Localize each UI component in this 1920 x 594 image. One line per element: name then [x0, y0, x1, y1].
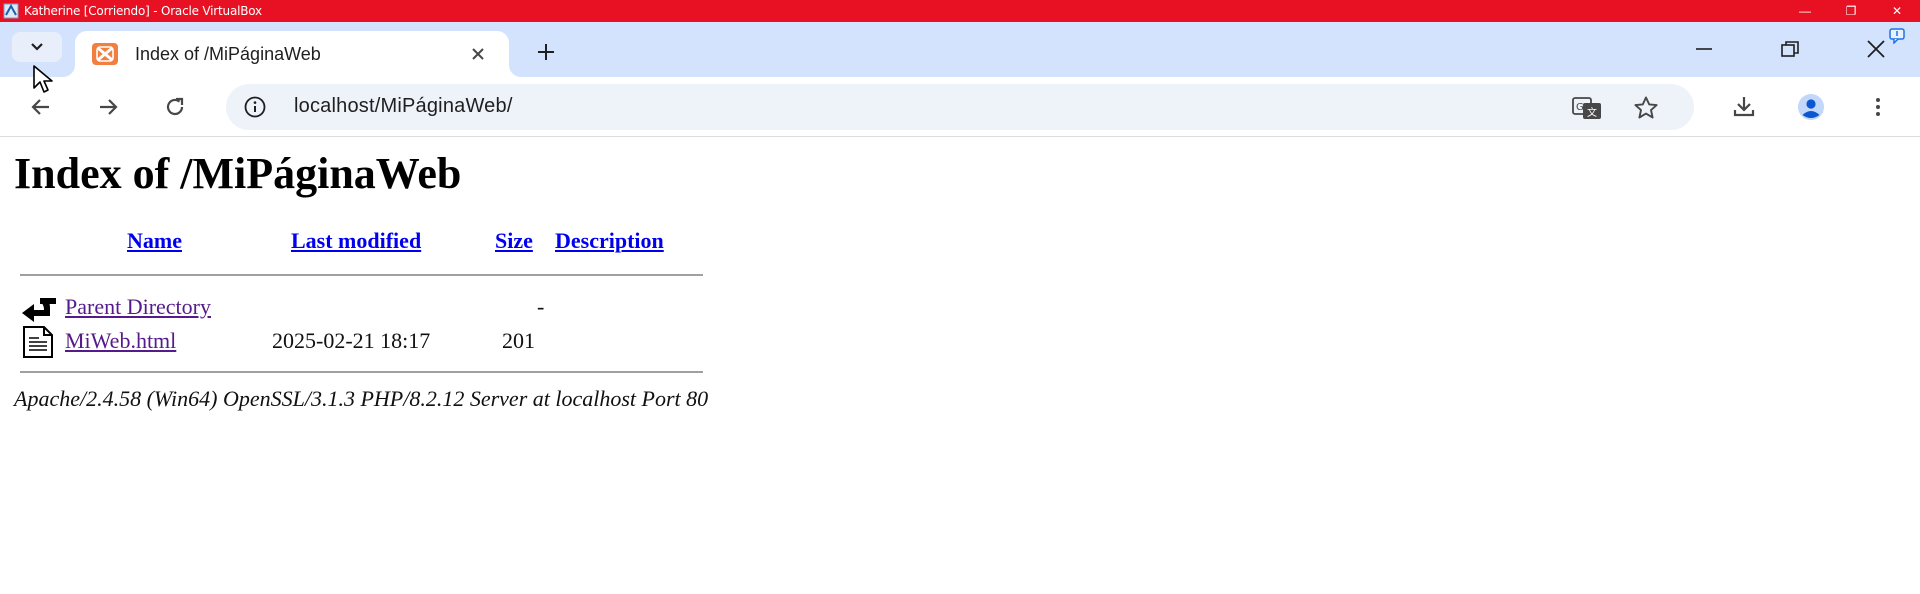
column-header-description[interactable]: Description — [555, 228, 664, 254]
restore-icon — [1781, 41, 1799, 57]
server-signature: Apache/2.4.58 (Win64) OpenSSL/3.1.3 PHP/… — [14, 386, 709, 411]
header-divider — [20, 274, 703, 276]
new-tab-button[interactable] — [530, 36, 562, 68]
parent-directory-size: - — [537, 294, 545, 319]
forward-button[interactable] — [91, 90, 125, 124]
text-file-icon — [20, 326, 58, 358]
profile-button[interactable] — [1794, 90, 1828, 124]
downloads-button[interactable] — [1727, 90, 1761, 124]
vbox-restore-button[interactable]: ❐ — [1828, 0, 1874, 22]
vbox-close-button[interactable]: ✕ — [1874, 0, 1920, 22]
tab-search-button[interactable] — [12, 32, 62, 62]
parent-directory-link[interactable]: Parent Directory — [65, 294, 211, 320]
url-text[interactable]: localhost/MiPáginaWeb/ — [294, 95, 513, 118]
notification-badge-icon — [1888, 28, 1906, 49]
vbox-minimize-button[interactable]: — — [1782, 0, 1828, 22]
reload-icon — [166, 97, 184, 116]
miweb-html-link[interactable]: MiWeb.html — [65, 328, 176, 354]
miweb-html-size: 201 — [502, 328, 535, 353]
xampp-favicon-icon — [92, 43, 118, 65]
chevron-down-icon — [31, 43, 43, 51]
svg-text:G: G — [1576, 102, 1584, 113]
close-icon — [1867, 40, 1885, 58]
miweb-html-last-modified: 2025-02-21 18:17 — [272, 328, 431, 353]
plus-icon — [538, 44, 554, 60]
column-header-name[interactable]: Name — [127, 228, 182, 254]
tab-strip: Index of /MiPáginaWeb — [0, 22, 1920, 77]
active-tab[interactable]: Index of /MiPáginaWeb — [75, 31, 509, 77]
site-info-icon[interactable] — [242, 94, 268, 120]
column-header-last-modified[interactable]: Last modified — [291, 228, 421, 254]
menu-button[interactable] — [1861, 90, 1895, 124]
browser-toolbar: localhost/MiPáginaWeb/ G 文 — [0, 77, 1920, 137]
bookmark-star-icon[interactable] — [1631, 94, 1661, 122]
tab-title: Index of /MiPáginaWeb — [135, 44, 321, 64]
svg-text:文: 文 — [1587, 106, 1597, 119]
download-icon — [1733, 97, 1755, 117]
window-minimize-button[interactable] — [1684, 34, 1724, 64]
back-arrow-icon — [20, 294, 58, 324]
translate-icon[interactable]: G 文 — [1572, 94, 1602, 122]
address-bar[interactable]: localhost/MiPáginaWeb/ G 文 — [226, 84, 1694, 130]
minimize-icon — [1696, 48, 1712, 50]
virtualbox-icon — [3, 3, 19, 19]
page-content: Index of /MiPáginaWeb Name Last modified… — [0, 138, 1920, 594]
window-restore-button[interactable] — [1770, 34, 1810, 64]
arrow-left-icon — [31, 99, 49, 115]
tab-close-icon[interactable] — [466, 42, 490, 66]
arrow-right-icon — [100, 99, 118, 115]
mouse-cursor-icon — [32, 64, 58, 96]
column-header-size[interactable]: Size — [495, 228, 533, 254]
reload-button[interactable] — [158, 90, 192, 124]
avatar-icon — [1798, 94, 1824, 120]
more-vert-icon — [1876, 98, 1880, 116]
vbox-window-title: Katherine [Corriendo] - Oracle VirtualBo… — [24, 4, 262, 18]
vbox-title-bar: Katherine [Corriendo] - Oracle VirtualBo… — [0, 0, 1920, 22]
page-heading: Index of /MiPáginaWeb — [14, 149, 462, 198]
footer-divider — [20, 371, 703, 373]
